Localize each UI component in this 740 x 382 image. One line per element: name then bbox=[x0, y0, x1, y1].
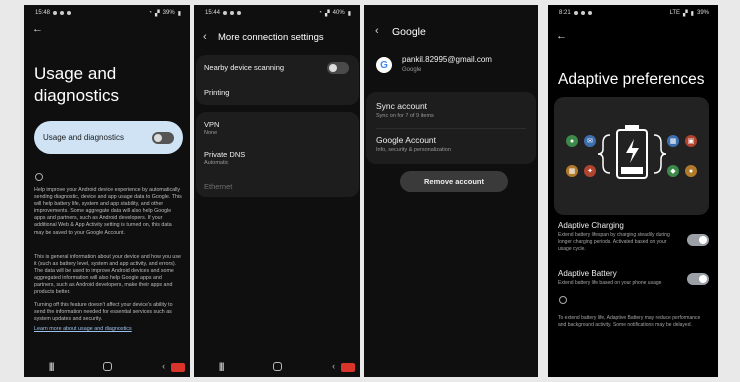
notification-icon bbox=[587, 11, 592, 15]
notification-icon bbox=[237, 11, 242, 15]
phone-usage-diagnostics: 15:48 ◔ ▞ 39% ▮ ← Usage and diagnostics Usa… bbox=[24, 5, 190, 377]
status-time: 8:21 bbox=[559, 10, 571, 16]
printing-item[interactable]: Printing bbox=[204, 88, 229, 97]
mail-icon: ✉ bbox=[584, 135, 596, 147]
adaptive-battery-switch[interactable] bbox=[687, 273, 709, 285]
back-icon[interactable]: ‹ bbox=[162, 361, 165, 371]
google-account-sub: Info, security & personalization bbox=[376, 147, 451, 153]
private-dns-item[interactable]: Private DNS bbox=[204, 150, 245, 159]
google-account-item[interactable]: Google Account bbox=[376, 135, 436, 145]
settings-card: Nearby device scanning Printing bbox=[196, 55, 359, 105]
phone-adaptive-preferences: 8:21 LTE ▞ ▮ 39% ← Adaptive preferences ● ✉… bbox=[548, 5, 718, 377]
adaptive-charging-label: Adaptive Charging bbox=[558, 221, 624, 230]
keyboard-icon[interactable] bbox=[341, 363, 355, 372]
status-battery: 40% bbox=[332, 10, 345, 16]
vpn-item[interactable]: VPN bbox=[204, 120, 219, 129]
wifi-icon: ◔ bbox=[148, 10, 153, 16]
back-chevron-icon[interactable]: ‹ bbox=[203, 32, 207, 43]
page-title: Google bbox=[392, 26, 426, 38]
phone-connection-settings: 15:44 ◔ ▞ 40% ▮ ‹ More connection settings … bbox=[194, 5, 360, 377]
status-battery: 39% bbox=[162, 10, 175, 16]
description-paragraph: Help improve your Android device experie… bbox=[34, 187, 182, 236]
toggle-label: Usage and diagnostics bbox=[43, 133, 124, 142]
recent-apps-icon[interactable]: ||| bbox=[219, 361, 224, 371]
back-icon[interactable]: ‹ bbox=[332, 361, 335, 371]
navigation-bar: ||| ‹ bbox=[24, 359, 190, 373]
adaptive-battery-label: Adaptive Battery bbox=[558, 269, 617, 278]
page-title: Adaptive preferences bbox=[558, 71, 705, 88]
usage-diagnostics-switch[interactable] bbox=[152, 131, 174, 144]
back-chevron-icon[interactable]: ‹ bbox=[375, 26, 379, 37]
status-time: 15:48 bbox=[35, 10, 51, 16]
remove-account-button[interactable]: Remove account bbox=[400, 171, 508, 192]
wifi-icon: ◔ bbox=[318, 10, 323, 16]
phone-google-account: ‹ Google G pankil.82995@gmail.com Google… bbox=[364, 5, 538, 377]
recent-apps-icon[interactable]: ||| bbox=[49, 361, 54, 371]
status-battery: 39% bbox=[696, 10, 709, 16]
description-paragraph: This is general information about your d… bbox=[34, 254, 181, 296]
adaptive-battery-illustration: ● ✉ ▦ ✦ ▦ ▣ ◆ ● bbox=[554, 97, 709, 215]
page-title: Usage and diagnostics bbox=[34, 63, 119, 107]
account-options-card: Sync account Sync on for 7 of 9 items Go… bbox=[366, 92, 536, 164]
signal-icon: ▞ bbox=[683, 10, 688, 17]
status-bar: 8:21 LTE ▞ ▮ 39% bbox=[559, 8, 709, 18]
notification-icon bbox=[60, 11, 65, 15]
battery-icon: ▮ bbox=[690, 10, 694, 17]
app-icon: ● bbox=[685, 165, 697, 177]
calendar-icon: ▦ bbox=[566, 165, 578, 177]
info-icon bbox=[35, 173, 43, 181]
settings-card: VPN None Private DNS Automatic Ethernet bbox=[196, 112, 359, 197]
page-title: More connection settings bbox=[218, 32, 324, 43]
sync-account-status: Sync on for 7 of 9 items bbox=[376, 113, 434, 119]
status-time: 15:44 bbox=[205, 10, 221, 16]
back-arrow-icon[interactable]: ← bbox=[32, 24, 43, 35]
description-paragraph: Turning off this feature doesn't affect … bbox=[34, 302, 173, 323]
status-bar: 15:44 ◔ ▞ 40% ▮ bbox=[205, 8, 351, 18]
notification-icon bbox=[53, 11, 58, 15]
navigation-bar: ||| ‹ bbox=[194, 359, 360, 373]
home-icon[interactable] bbox=[103, 361, 113, 371]
battery-icon: ▮ bbox=[177, 10, 181, 17]
notification-icon bbox=[230, 11, 235, 15]
notification-icon bbox=[67, 11, 72, 15]
page-title-line: diagnostics bbox=[34, 86, 120, 105]
footer-note: To extend battery life, Adaptive Battery… bbox=[558, 315, 701, 328]
keyboard-icon[interactable] bbox=[171, 363, 185, 372]
nearby-scanning-label: Nearby device scanning bbox=[204, 63, 285, 72]
adaptive-charging-description: Extend battery lifespan by charging stea… bbox=[558, 232, 670, 252]
back-arrow-icon[interactable]: ← bbox=[556, 31, 567, 42]
info-icon bbox=[559, 296, 567, 304]
notification-icon bbox=[223, 11, 228, 15]
divider bbox=[376, 128, 526, 129]
network-type: LTE bbox=[669, 10, 681, 16]
google-logo-icon: G bbox=[376, 57, 392, 73]
home-icon[interactable] bbox=[273, 361, 283, 371]
signal-icon: ▞ bbox=[155, 10, 160, 17]
calendar-icon: ▦ bbox=[667, 135, 679, 147]
page-title-line: Usage and bbox=[34, 64, 117, 83]
account-type: Google bbox=[402, 67, 422, 73]
photo-icon: ▣ bbox=[685, 135, 697, 147]
usage-diagnostics-toggle-row[interactable]: Usage and diagnostics bbox=[34, 121, 183, 154]
battery-icon: ▮ bbox=[347, 10, 351, 17]
ethernet-item: Ethernet bbox=[204, 182, 233, 191]
learn-more-link[interactable]: Learn more about usage and diagnostics bbox=[34, 326, 132, 332]
status-bar: 15:48 ◔ ▞ 39% ▮ bbox=[35, 8, 181, 18]
maps-icon: ◆ bbox=[667, 165, 679, 177]
app-icon: ● bbox=[566, 135, 578, 147]
notification-icon bbox=[580, 11, 585, 15]
notification-icon bbox=[573, 11, 578, 15]
battery-illustration-svg bbox=[597, 125, 667, 179]
private-dns-value: Automatic bbox=[204, 160, 229, 166]
account-email: pankil.82995@gmail.com bbox=[402, 55, 492, 64]
sync-account-item[interactable]: Sync account bbox=[376, 101, 427, 111]
adaptive-charging-switch[interactable] bbox=[687, 234, 709, 246]
signal-icon: ▞ bbox=[325, 10, 330, 17]
vpn-value: None bbox=[204, 130, 218, 136]
fitness-icon: ✦ bbox=[584, 165, 596, 177]
nearby-scanning-switch[interactable] bbox=[327, 62, 349, 74]
adaptive-battery-description: Extend battery life based on your phone … bbox=[558, 280, 662, 286]
